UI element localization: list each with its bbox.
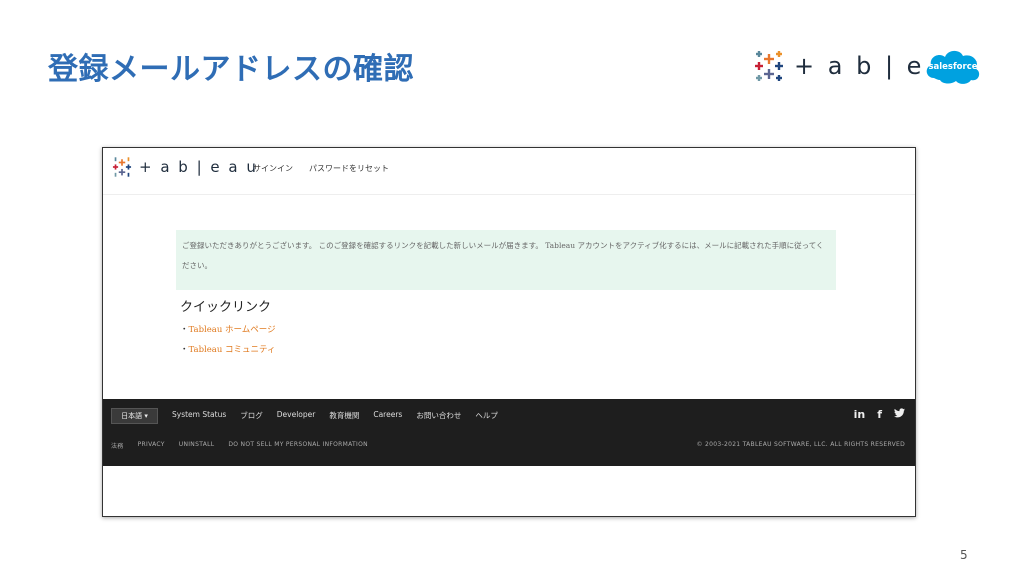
footer-link-careers[interactable]: Careers — [373, 410, 402, 421]
site-tableau-logo[interactable]: + a b | e a u — [111, 156, 258, 178]
footer-link-system-status[interactable]: System Status — [172, 410, 226, 421]
linkedin-icon[interactable]: in — [854, 408, 866, 421]
footer-link-blog[interactable]: ブログ — [240, 410, 263, 421]
site-tableau-wordmark: + a b | e a u — [139, 158, 258, 176]
privacy-link[interactable]: PRIVACY — [138, 441, 165, 450]
slide-title: 登録メールアドレスの確認 — [48, 52, 414, 87]
tableau-crosses-icon — [755, 51, 783, 81]
footer-link-education[interactable]: 教育機関 — [329, 410, 359, 421]
website-screenshot: + a b | e a u サインイン パスワードをリセット ご登録いただきあり… — [102, 147, 916, 517]
copyright-text: © 2003-2021 TABLEAU SOFTWARE, LLC. ALL R… — [696, 441, 905, 448]
list-item: ・Tableau ホームページ — [180, 325, 276, 335]
salesforce-logo: salesforce — [926, 50, 980, 84]
footer-link-developer[interactable]: Developer — [277, 410, 316, 421]
salesforce-label: salesforce — [928, 62, 977, 72]
header-nav: サインイン パスワードをリセット — [253, 163, 389, 174]
signin-link[interactable]: サインイン — [253, 163, 293, 174]
uninstall-link[interactable]: UNINSTALL — [179, 441, 215, 450]
footer-link-contact[interactable]: お問い合わせ — [416, 410, 461, 421]
tableau-homepage-link[interactable]: Tableau ホームページ — [189, 325, 276, 335]
quick-links-title: クイックリンク — [180, 300, 272, 315]
language-select[interactable]: 日本語 ▾ — [111, 408, 158, 424]
footer-legal-links: 法務 PRIVACY UNINSTALL DO NOT SELL MY PERS… — [111, 441, 368, 450]
tableau-crosses-icon — [112, 157, 132, 177]
list-item: ・Tableau コミュニティ — [180, 345, 276, 355]
site-footer: 日本語 ▾ System Status ブログ Developer 教育機関 C… — [103, 399, 915, 466]
footer-nav: System Status ブログ Developer 教育機関 Careers… — [172, 410, 498, 421]
footer-link-help[interactable]: ヘルプ — [475, 410, 498, 421]
reset-password-link[interactable]: パスワードをリセット — [309, 163, 389, 174]
do-not-sell-link[interactable]: DO NOT SELL MY PERSONAL INFORMATION — [228, 441, 368, 450]
site-header: + a b | e a u サインイン パスワードをリセット — [103, 148, 915, 195]
confirmation-notice: ご登録いただきありがとうございます。 このご登録を確認するリンクを記載した新しい… — [176, 230, 836, 290]
tableau-community-link[interactable]: Tableau コミュニティ — [189, 345, 276, 355]
social-links: in f — [854, 408, 905, 421]
legal-link[interactable]: 法務 — [111, 441, 124, 450]
page-number: 5 — [960, 548, 968, 562]
facebook-icon[interactable]: f — [877, 408, 882, 421]
twitter-icon[interactable] — [894, 408, 905, 421]
quick-links-list: ・Tableau ホームページ ・Tableau コミュニティ — [180, 323, 276, 363]
